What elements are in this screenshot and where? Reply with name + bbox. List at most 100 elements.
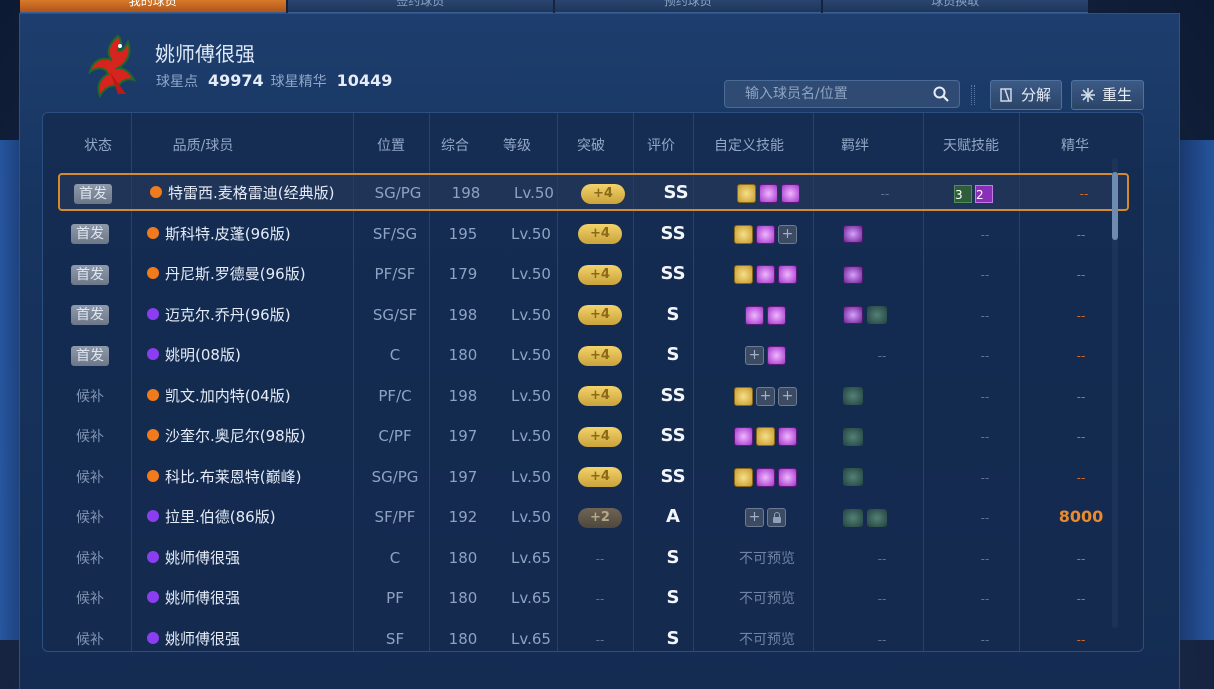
lock-icon[interactable] (767, 508, 786, 527)
status-badge[interactable]: 首发 (74, 183, 112, 204)
level-cell: Lv.50 (497, 214, 565, 254)
player-name[interactable]: 姚师傅很强 (165, 589, 240, 607)
reborn-button[interactable]: 重生 (1071, 80, 1144, 110)
player-cell[interactable]: 姚师傅很强 (147, 538, 357, 578)
header-position[interactable]: 位置 (363, 135, 419, 155)
player-name[interactable]: 迈克尔.乔丹(96版) (165, 306, 291, 324)
player-cell[interactable]: 特雷西.麦格雷迪(经典版) (150, 174, 360, 214)
player-name[interactable]: 丹尼斯.罗德曼(96版) (165, 265, 306, 283)
scrollbar-thumb[interactable] (1112, 172, 1118, 240)
tab-sign-players[interactable]: 签约球员 (287, 0, 553, 13)
bonds-cell: -- (827, 619, 937, 652)
header-quality-player[interactable]: 品质/球员 (153, 135, 253, 155)
skill-gold-icon[interactable] (756, 427, 775, 446)
skill-purple-icon[interactable] (778, 467, 797, 487)
status-badge[interactable]: 首发 (71, 224, 109, 244)
table-row[interactable]: 首发 特雷西.麦格雷迪(经典版) SG/PG 198 Lv.50 +4 SS -- 3 2 -- (58, 173, 1129, 211)
player-cell[interactable]: 迈克尔.乔丹(96版) (147, 295, 357, 335)
header-essence[interactable]: 精华 (1053, 135, 1097, 155)
bond-green-icon[interactable] (867, 306, 887, 324)
status-badge[interactable]: 首发 (71, 305, 109, 325)
skill-gold-icon[interactable] (737, 184, 756, 203)
player-name[interactable]: 凯文.加内特(04版) (165, 387, 291, 405)
player-position: PF/C (378, 386, 412, 405)
header-grade[interactable]: 评价 (641, 135, 681, 155)
add-skill-icon[interactable]: + (745, 508, 764, 527)
skill-purple-icon[interactable] (756, 224, 775, 244)
skill-purple-icon[interactable] (778, 265, 797, 284)
player-name[interactable]: 姚师傅很强 (165, 630, 240, 648)
add-skill-icon[interactable]: + (756, 386, 775, 406)
player-cell[interactable]: 姚师傅很强 (147, 578, 357, 618)
table-row[interactable]: 候补 姚师傅很强 PF 180 Lv.65 -- S 不可预览 -- -- -- (57, 578, 1129, 618)
status-badge[interactable]: 首发 (71, 264, 109, 285)
player-cell[interactable]: 凯文.加内特(04版) (147, 376, 357, 416)
skill-gold-icon[interactable] (734, 386, 753, 406)
skill-gold-icon[interactable] (734, 265, 753, 284)
table-row[interactable]: 候补 科比.布莱恩特(巅峰) SG/PG 197 Lv.50 +4 SS -- -- (57, 457, 1129, 497)
table-row[interactable]: 首发 斯科特.皮蓬(96版) SF/SG 195 Lv.50 +4 SS + -- -- (57, 214, 1129, 254)
header-breakthrough[interactable]: 突破 (569, 135, 613, 155)
talent-skill-icon[interactable]: 2 (975, 184, 993, 203)
header-overall[interactable]: 综合 (433, 135, 477, 155)
player-cell[interactable]: 姚明(08版) (147, 335, 357, 375)
bond-purple-icon[interactable] (843, 225, 863, 243)
player-cell[interactable]: 拉里.伯德(86版) (147, 497, 357, 537)
skill-purple-icon[interactable] (745, 305, 764, 325)
decompose-button[interactable]: 分解 (990, 80, 1062, 110)
player-cell[interactable]: 丹尼斯.罗德曼(96版) (147, 254, 357, 294)
table-row[interactable]: 候补 凯文.加内特(04版) PF/C 198 Lv.50 +4 SS + + -- -- (57, 376, 1129, 416)
talent-skill-icon[interactable]: 3 (954, 184, 972, 203)
skill-gold-icon[interactable] (734, 224, 753, 244)
player-name[interactable]: 拉里.伯德(86版) (165, 508, 276, 526)
search-input[interactable]: 输入球员名/位置 (724, 80, 960, 108)
bond-purple-icon[interactable] (843, 265, 863, 284)
player-name[interactable]: 斯科特.皮蓬(96版) (165, 225, 291, 243)
skill-purple-icon[interactable] (759, 184, 778, 203)
add-skill-icon[interactable]: + (778, 224, 797, 244)
table-row[interactable]: 候补 拉里.伯德(86版) SF/PF 192 Lv.50 +2 A + -- 8000 (57, 497, 1129, 537)
player-name[interactable]: 姚师傅很强 (165, 549, 240, 567)
bond-green-icon[interactable] (843, 508, 863, 527)
skill-purple-icon[interactable] (778, 427, 797, 446)
skill-purple-icon[interactable] (756, 265, 775, 284)
add-skill-icon[interactable]: + (778, 386, 797, 406)
table-row[interactable]: 候补 姚师傅很强 C 180 Lv.65 -- S 不可预览 -- -- -- (57, 538, 1129, 578)
player-name[interactable]: 姚明(08版) (165, 346, 241, 364)
tab-reserve-players[interactable]: 预约球员 (555, 0, 821, 13)
player-name[interactable]: 科比.布莱恩特(巅峰) (165, 468, 301, 486)
header-status[interactable]: 状态 (83, 135, 113, 155)
add-skill-icon[interactable]: + (745, 346, 764, 365)
player-name[interactable]: 沙奎尔.奥尼尔(98版) (165, 427, 306, 445)
tab-my-players[interactable]: 我的球员 (20, 0, 286, 13)
header-talent-skills[interactable]: 天赋技能 (929, 135, 1013, 155)
table-row[interactable]: 首发 迈克尔.乔丹(96版) SG/SF 198 Lv.50 +4 S -- -- (57, 295, 1129, 335)
bond-green-icon[interactable] (843, 468, 863, 486)
table-row[interactable]: 首发 丹尼斯.罗德曼(96版) PF/SF 179 Lv.50 +4 SS -- -- (57, 254, 1129, 294)
player-name[interactable]: 特雷西.麦格雷迪(经典版) (168, 184, 334, 202)
table-row[interactable]: 候补 沙奎尔.奥尼尔(98版) C/PF 197 Lv.50 +4 SS -- -- (57, 416, 1129, 456)
header-level[interactable]: 等级 (495, 135, 539, 155)
skill-purple-icon[interactable] (767, 346, 786, 365)
header-bonds[interactable]: 羁绊 (833, 135, 877, 155)
player-cell[interactable]: 斯科特.皮蓬(96版) (147, 214, 357, 254)
table-row[interactable]: 候补 姚师傅很强 SF 180 Lv.65 -- S 不可预览 -- -- -- (57, 619, 1129, 652)
bond-green-icon[interactable] (843, 387, 863, 405)
player-cell[interactable]: 沙奎尔.奥尼尔(98版) (147, 416, 357, 456)
bond-purple-icon[interactable] (843, 306, 863, 324)
search-icon[interactable] (933, 86, 949, 102)
bond-green-icon[interactable] (867, 508, 887, 527)
skill-purple-icon[interactable] (767, 305, 786, 325)
bond-green-icon[interactable] (843, 427, 863, 446)
player-cell[interactable]: 姚师傅很强 (147, 619, 357, 652)
table-row[interactable]: 首发 姚明(08版) C 180 Lv.50 +4 S + -- -- -- (57, 335, 1129, 375)
skill-gold-icon[interactable] (734, 467, 753, 487)
skill-purple-icon[interactable] (756, 467, 775, 487)
player-overall: 195 (448, 224, 478, 243)
skill-purple-icon[interactable] (781, 184, 800, 203)
status-badge[interactable]: 首发 (71, 345, 109, 366)
header-custom-skills[interactable]: 自定义技能 (699, 135, 799, 155)
player-cell[interactable]: 科比.布莱恩特(巅峰) (147, 457, 357, 497)
tab-exchange-players[interactable]: 球员换取 (822, 0, 1088, 13)
skill-purple-icon[interactable] (734, 427, 753, 446)
